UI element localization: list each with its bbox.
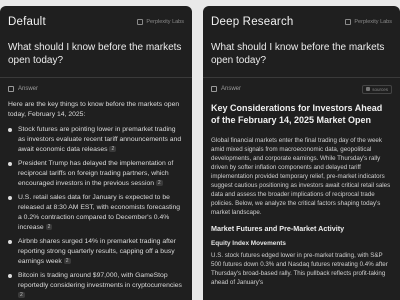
citation-badge[interactable]: 2 [109, 146, 117, 152]
bullet-dot-icon [8, 128, 12, 132]
sources-label: sources [372, 86, 388, 92]
answer-intro: Here are the key things to know before t… [8, 101, 180, 118]
bullet-text: Bitcoin is trading around $97,000, with … [18, 272, 182, 289]
question-text: What should I know before the markets op… [8, 42, 182, 66]
perplexity-logo-icon [137, 19, 144, 25]
question-text: What should I know before the markets op… [211, 42, 385, 66]
panel-title: Deep Research [211, 16, 294, 28]
report-heading: Key Considerations for Investors Ahead o… [211, 103, 383, 125]
perplexity-logo-icon [345, 19, 352, 25]
sources-button[interactable]: sources [362, 84, 392, 94]
answer-icon [211, 86, 217, 92]
bullet-text: President Trump has delayed the implemen… [18, 160, 174, 187]
answer-label: Answer [8, 86, 38, 92]
answer-label: Answer [211, 86, 241, 92]
citation-badge[interactable]: 2 [18, 292, 25, 298]
sources-icon [366, 87, 371, 91]
answer-bullet: President Trump has delayed the implemen… [8, 159, 184, 189]
answer-bullet: U.S. retail sales data for January is ex… [8, 193, 184, 233]
panel-header: Default Perplexity Labs What should I kn… [0, 6, 192, 77]
section-paragraph: U.S. stock futures edged lower in pre-ma… [211, 252, 388, 286]
report-paragraph: Global financial markets enter the final… [211, 137, 391, 216]
bullet-dot-icon [8, 162, 12, 166]
bullet-text: Stock futures are pointing lower in prem… [18, 126, 182, 153]
brand-label: Perplexity Labs [137, 19, 184, 25]
answer-body: Answer Here are the key things to know b… [0, 78, 192, 300]
brand-text: Perplexity Labs [354, 19, 392, 25]
answer-label-text: Answer [221, 86, 242, 92]
bullet-dot-icon [8, 196, 12, 200]
panel-title: Default [8, 16, 46, 28]
brand-label: Perplexity Labs [345, 19, 392, 25]
section-heading: Market Futures and Pre-Market Activity [211, 224, 345, 233]
answer-bullet-list: Stock futures are pointing lower in prem… [8, 125, 184, 300]
answer-bullet: Stock futures are pointing lower in prem… [8, 125, 184, 155]
bullet-text: Airbnb shares surged 14% in premarket tr… [18, 238, 176, 265]
citation-badge[interactable]: 2 [45, 224, 53, 230]
citation-badge[interactable]: 2 [155, 180, 163, 186]
answer-bullet: Bitcoin is trading around $97,000, with … [8, 271, 184, 300]
panel-header: Deep Research Perplexity Labs What shoul… [203, 6, 400, 77]
bullet-text: U.S. retail sales data for January is ex… [18, 194, 181, 231]
subsection-heading: Equity Index Movements [211, 240, 286, 247]
answer-icon [8, 86, 14, 92]
answer-body: Answer sources Key Considerations for In… [203, 78, 400, 287]
citation-badge[interactable]: 2 [63, 258, 71, 264]
default-panel: Default Perplexity Labs What should I kn… [0, 6, 192, 300]
deep-research-panel: Deep Research Perplexity Labs What shoul… [203, 6, 400, 300]
answer-label-text: Answer [18, 86, 39, 92]
bullet-dot-icon [8, 240, 12, 244]
bullet-dot-icon [8, 274, 12, 278]
brand-text: Perplexity Labs [146, 19, 184, 25]
answer-bullet: Airbnb shares surged 14% in premarket tr… [8, 237, 184, 267]
